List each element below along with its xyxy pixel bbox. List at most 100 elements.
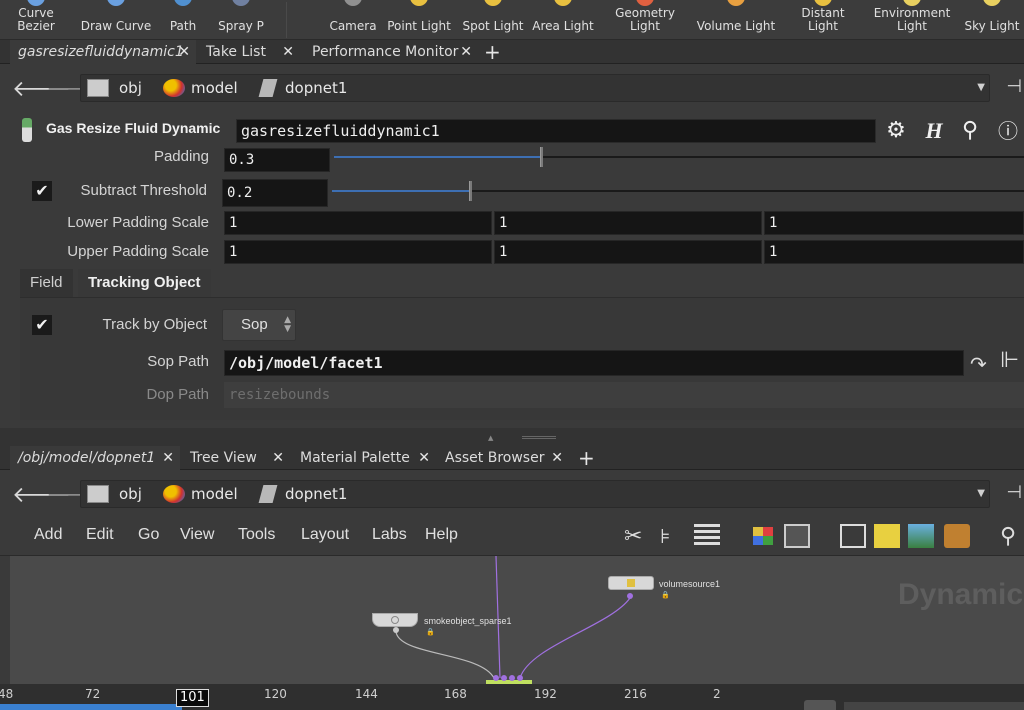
subtract-threshold-slider[interactable] [332, 181, 1024, 201]
sop-path-field[interactable]: /obj/model/facet1 [224, 350, 964, 376]
subtract-threshold-field[interactable]: 0.2 [222, 179, 328, 207]
slider-handle[interactable] [540, 147, 543, 167]
crumb-model[interactable]: model [191, 75, 238, 101]
shelf-tool-area-light[interactable]: Area Light [532, 0, 594, 40]
tab-gasresizefluiddynamic1[interactable]: gasresizefluiddynamic1 ✕ [10, 40, 196, 64]
pane-divider[interactable]: ▲ [0, 428, 1024, 446]
close-icon[interactable]: ✕ [162, 446, 174, 470]
crumb-dopnet1[interactable]: dopnet1 [285, 481, 347, 507]
chevron-down-icon[interactable]: ▼ [977, 75, 985, 101]
node-smokeobject-sparse1[interactable] [372, 613, 418, 627]
close-icon[interactable]: ✕ [272, 446, 284, 470]
close-icon[interactable]: ✕ [551, 446, 563, 470]
pin-icon[interactable]: ⊣ [1006, 482, 1022, 503]
shelf-tool-spot-light[interactable]: Spot Light [462, 0, 524, 40]
subtab-tracking-object[interactable]: Tracking Object [78, 269, 211, 297]
menu-labs[interactable]: Labs [372, 526, 407, 544]
subtab-field[interactable]: Field [20, 269, 73, 297]
shelf-tool-curve-bezier[interactable]: Curve Bezier [0, 0, 72, 40]
tab-dopnet1-network[interactable]: /obj/model/dopnet1 ✕ [10, 446, 180, 470]
network-box-icon[interactable] [840, 524, 866, 548]
shelf-tool-path[interactable]: Path [162, 0, 204, 40]
menu-add[interactable]: Add [34, 526, 62, 544]
shelf-tool-camera[interactable]: Camera [326, 0, 380, 40]
shelf-tool-volume-light[interactable]: Volume Light [694, 0, 778, 40]
menu-view[interactable]: View [180, 526, 214, 544]
jump-to-operator-icon[interactable]: ↷ [970, 352, 987, 376]
padding-field[interactable]: 0.3 [224, 148, 330, 172]
menu-go[interactable]: Go [138, 526, 159, 544]
shelf-tool-point-light[interactable]: Point Light [386, 0, 452, 40]
crumb-dopnet1[interactable]: dopnet1 [285, 75, 347, 101]
search-icon[interactable]: ⚲ [1000, 524, 1024, 549]
area-light-icon [554, 0, 572, 6]
pin-icon[interactable]: ⊣ [1006, 76, 1022, 97]
search-icon[interactable]: ⚲ [956, 118, 984, 144]
tab-performance-monitor[interactable]: Performance Monitor ✕ [304, 40, 478, 64]
crumb-obj[interactable]: obj [119, 75, 142, 101]
shelf-tool-draw-curve[interactable]: Draw Curve [80, 0, 152, 40]
add-tab-button[interactable]: + [484, 40, 501, 64]
menu-help[interactable]: Help [425, 526, 458, 544]
timeline-button[interactable] [804, 700, 836, 710]
current-frame-marker[interactable]: 101 [176, 689, 209, 707]
grid-icon[interactable] [784, 524, 810, 548]
input-connector[interactable] [501, 675, 507, 681]
shelf-tool-geometry-light[interactable]: Geometry Light [610, 0, 680, 40]
close-icon[interactable]: ✕ [460, 40, 472, 64]
color-palette-icon[interactable] [750, 524, 776, 548]
close-icon[interactable]: ✕ [178, 40, 190, 64]
timeline-range-field[interactable] [844, 702, 1024, 710]
track-by-object-menu[interactable]: Sop ▲ ▼ [222, 309, 296, 341]
shelf-tool-distant-light[interactable]: Distant Light [794, 0, 852, 40]
node-type-icon[interactable] [22, 118, 32, 142]
input-connector[interactable] [509, 675, 515, 681]
upper-padding-scale-x-field[interactable]: 1 [224, 240, 492, 264]
slider-handle[interactable] [469, 181, 472, 201]
image-add-icon[interactable] [908, 524, 934, 548]
track-by-object-checkbox[interactable]: ✔ [32, 315, 52, 335]
menu-tools[interactable]: Tools [238, 526, 275, 544]
input-connector[interactable] [517, 675, 523, 681]
playback-range-bar[interactable] [0, 704, 182, 710]
network-editor[interactable]: volumesource1 🔒 smokeobject_sparse1 🔒 Dy… [10, 556, 1024, 684]
shelf-tool-spray-paint[interactable]: Spray P [214, 0, 268, 40]
info-icon[interactable]: ⓘ [994, 118, 1022, 144]
tab-take-list[interactable]: Take List ✕ [198, 40, 300, 64]
tab-tree-view[interactable]: Tree View ✕ [182, 446, 290, 470]
output-connector[interactable] [627, 593, 633, 599]
chevron-down-icon[interactable]: ▼ [977, 481, 985, 507]
close-icon[interactable]: ✕ [418, 446, 430, 470]
tree-layout-icon[interactable]: ⊧ [660, 524, 686, 548]
lower-padding-scale-x-field[interactable]: 1 [224, 211, 492, 235]
input-connector[interactable] [493, 675, 499, 681]
gear-icon[interactable]: ⚙ [882, 118, 910, 144]
output-connector[interactable] [393, 627, 399, 633]
tab-material-palette[interactable]: Material Palette ✕ [292, 446, 436, 470]
padding-slider[interactable] [334, 147, 1024, 167]
list-mode-icon[interactable] [694, 524, 720, 548]
close-icon[interactable]: ✕ [282, 40, 294, 64]
shelf-tool-sky-light[interactable]: Sky Light [962, 0, 1022, 40]
subtract-threshold-checkbox[interactable]: ✔ [32, 181, 52, 201]
sticky-note-icon[interactable] [874, 524, 900, 548]
crumb-model[interactable]: model [191, 481, 238, 507]
shelf-tool-environment-light[interactable]: Environment Light [870, 0, 954, 40]
node-chooser-icon[interactable]: ⊩ [1000, 348, 1019, 373]
node-name-field[interactable]: gasresizefluiddynamic1 [236, 119, 876, 143]
crumb-obj[interactable]: obj [119, 481, 142, 507]
node-volumesource1[interactable] [608, 576, 654, 590]
subnet-box-icon[interactable] [944, 524, 970, 548]
wrench-icon[interactable]: ✂ [624, 524, 650, 549]
upper-padding-scale-y-field[interactable]: 1 [494, 240, 762, 264]
lower-padding-scale-y-field[interactable]: 1 [494, 211, 762, 235]
menu-layout[interactable]: Layout [301, 526, 349, 544]
upper-padding-scale-z-field[interactable]: 1 [764, 240, 1024, 264]
splitter-handle-icon[interactable]: ▲ [488, 434, 493, 442]
timeline[interactable]: 48 72 101 120 144 168 192 216 2 [0, 684, 1024, 710]
lower-padding-scale-z-field[interactable]: 1 [764, 211, 1024, 235]
help-h-icon[interactable]: H [920, 118, 948, 144]
tab-asset-browser[interactable]: Asset Browser ✕ [437, 446, 569, 470]
menu-edit[interactable]: Edit [86, 526, 114, 544]
add-tab-button[interactable]: + [578, 446, 595, 470]
